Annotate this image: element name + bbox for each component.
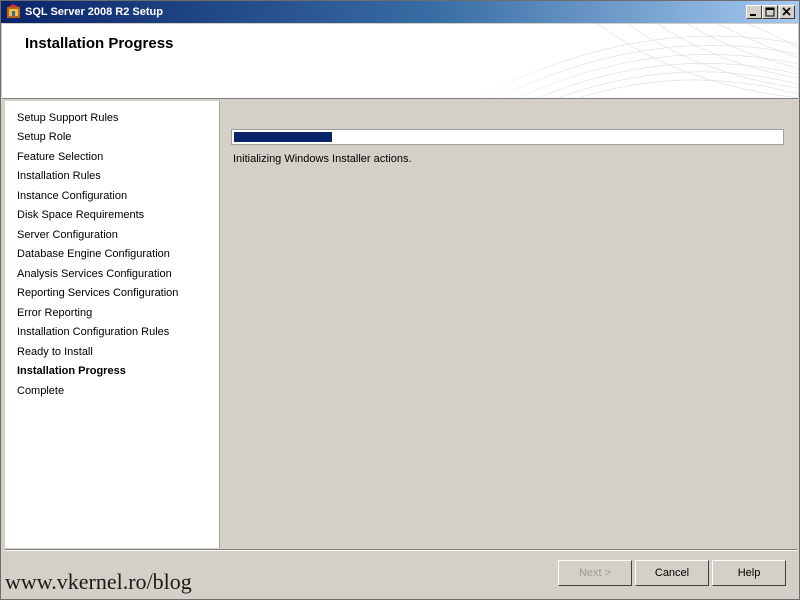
nav-step-reporting-services-configuration[interactable]: Reporting Services Configuration (17, 286, 178, 300)
nav-step-setup-support-rules[interactable]: Setup Support Rules (17, 111, 119, 125)
installation-progress-bar (231, 129, 784, 145)
nav-step-complete[interactable]: Complete (17, 384, 64, 398)
close-icon (782, 7, 791, 16)
window-title: SQL Server 2008 R2 Setup (25, 6, 163, 18)
nav-step-error-reporting[interactable]: Error Reporting (17, 306, 92, 320)
progress-bar-fill (234, 132, 332, 142)
maximize-button[interactable] (762, 5, 778, 19)
setup-steps-nav: Setup Support Rules Setup Role Feature S… (5, 101, 220, 548)
nav-step-instance-configuration[interactable]: Instance Configuration (17, 189, 127, 203)
header-divider (2, 98, 798, 99)
nav-step-server-configuration[interactable]: Server Configuration (17, 228, 118, 242)
next-button[interactable]: Next > (558, 560, 632, 586)
decorative-swirl-graphic (458, 24, 798, 98)
nav-step-disk-space-requirements[interactable]: Disk Space Requirements (17, 208, 144, 222)
nav-step-installation-rules[interactable]: Installation Rules (17, 169, 101, 183)
footer-divider (5, 549, 797, 551)
nav-step-installation-progress[interactable]: Installation Progress (17, 364, 126, 378)
close-button[interactable] (779, 5, 795, 19)
progress-status-text: Initializing Windows Installer actions. (233, 153, 412, 165)
cancel-button[interactable]: Cancel (635, 560, 709, 586)
nav-step-feature-selection[interactable]: Feature Selection (17, 150, 103, 164)
setup-window: SQL Server 2008 R2 Setup Installation Pr… (0, 0, 800, 600)
nav-step-ready-to-install[interactable]: Ready to Install (17, 345, 93, 359)
page-title: Installation Progress (25, 35, 174, 52)
minimize-icon (750, 14, 756, 16)
nav-step-analysis-services-configuration[interactable]: Analysis Services Configuration (17, 267, 172, 281)
help-button[interactable]: Help (712, 560, 786, 586)
title-bar[interactable]: SQL Server 2008 R2 Setup (1, 1, 799, 23)
main-content: Initializing Windows Installer actions. (221, 101, 797, 548)
maximize-icon (765, 7, 775, 17)
minimize-button[interactable] (746, 5, 762, 19)
blog-watermark: www.vkernel.ro/blog (5, 569, 192, 594)
nav-step-setup-role[interactable]: Setup Role (17, 130, 71, 144)
sql-server-icon (7, 4, 20, 18)
nav-step-database-engine-configuration[interactable]: Database Engine Configuration (17, 247, 170, 261)
page-header: Installation Progress (2, 24, 798, 98)
nav-step-installation-configuration-rules[interactable]: Installation Configuration Rules (17, 325, 169, 339)
